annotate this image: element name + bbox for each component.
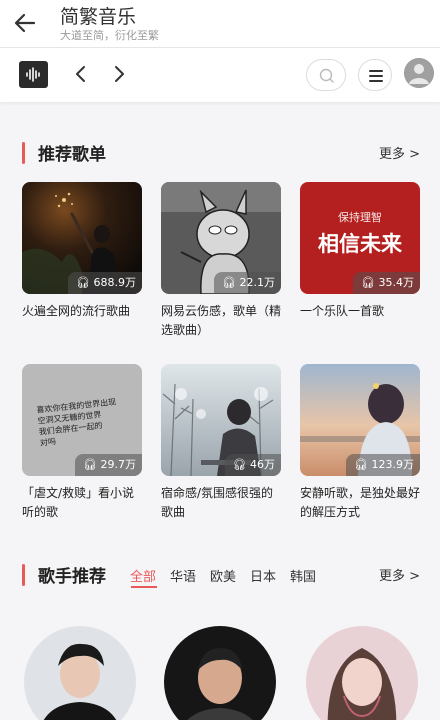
toolbar — [0, 48, 440, 102]
playlist-title[interactable]: 网易云伤感，歌单（精选歌曲） — [161, 302, 281, 340]
playlist-card[interactable]: 🎧︎ 22.1万 网易云伤感，歌单（精选歌曲） — [161, 182, 281, 340]
playlist-cover[interactable]: 喜欢你在我的世界出现 空洞又无糖的世界 我们会胖在一起的 对吗 🎧︎ 29.7万 — [22, 364, 142, 476]
play-count: 123.9万 — [371, 458, 415, 471]
cover-text-main: 相信未来 — [318, 231, 402, 256]
headphones-icon: 🎧︎ — [232, 458, 247, 471]
artists-more-link[interactable]: 更多 > — [379, 565, 420, 584]
back-arrow-icon[interactable] — [12, 10, 38, 36]
playlist-title[interactable]: 宿命感/氛围感很强的歌曲 — [161, 484, 281, 522]
app-header: 简繁音乐 大道至简，衍化至繁 — [0, 0, 440, 48]
playlist-cover[interactable]: 🎧︎ 123.9万 — [300, 364, 420, 476]
chevron-left-icon[interactable] — [70, 62, 92, 86]
tab-korean[interactable]: 韩国 — [290, 566, 316, 585]
tab-western[interactable]: 欧美 — [210, 566, 236, 585]
playlist-cover[interactable]: 保持理智 相信未来 🎧︎ 35.4万 — [300, 182, 420, 294]
playlists-header: 推荐歌单 更多 > — [0, 138, 440, 166]
menu-button[interactable] — [358, 59, 392, 91]
app-title: 简繁音乐 — [60, 6, 137, 28]
artists-title: 歌手推荐 — [38, 567, 106, 587]
menu-icon — [369, 70, 383, 82]
artist-avatar[interactable] — [24, 626, 136, 720]
play-count-badge: 🎧︎ 688.9万 — [68, 272, 142, 294]
artist-avatar[interactable] — [164, 626, 276, 720]
playlist-card[interactable]: 🎧︎ 46万 宿命感/氛围感很强的歌曲 — [161, 364, 281, 522]
play-count: 29.7万 — [100, 458, 137, 471]
play-count: 22.1万 — [239, 276, 276, 289]
cover-handwriting: 喜欢你在我的世界出现 空洞又无糖的世界 我们会胖在一起的 对吗 — [36, 395, 130, 448]
playlist-title[interactable]: 火遍全网的流行歌曲 — [22, 302, 142, 321]
section-accent-bar — [22, 142, 25, 164]
headphones-icon: 🎧︎ — [361, 276, 375, 289]
play-count-badge: 🎧︎ 46万 — [224, 454, 281, 476]
playlist-card[interactable]: 🎧︎ 688.9万 火遍全网的流行歌曲 — [22, 182, 142, 321]
play-count-badge: 🎧︎ 22.1万 — [214, 272, 281, 294]
chevron-right-icon[interactable] — [108, 62, 130, 86]
app-subtitle: 大道至简，衍化至繁 — [60, 29, 159, 42]
playlist-cover[interactable]: 🎧︎ 46万 — [161, 364, 281, 476]
tab-chinese[interactable]: 华语 — [170, 566, 196, 585]
tab-japanese[interactable]: 日本 — [250, 566, 276, 585]
search-button[interactable] — [306, 59, 346, 91]
playlist-card[interactable]: 🎧︎ 123.9万 安静听歌，是独处最好的解压方式 — [300, 364, 420, 522]
play-count-badge: 🎧︎ 123.9万 — [346, 454, 420, 476]
search-icon — [319, 68, 334, 83]
artist-avatar[interactable] — [306, 626, 418, 720]
playlist-card[interactable]: 保持理智 相信未来 🎧︎ 35.4万 一个乐队一首歌 — [300, 182, 420, 321]
cover-text-top: 保持理智 — [338, 211, 382, 224]
active-tab-underline — [131, 586, 157, 588]
headphones-icon: 🎧︎ — [76, 276, 90, 289]
play-count: 46万 — [250, 458, 275, 471]
user-icon — [404, 58, 434, 88]
playlist-title[interactable]: 一个乐队一首歌 — [300, 302, 420, 321]
playlist-card[interactable]: 喜欢你在我的世界出现 空洞又无糖的世界 我们会胖在一起的 对吗 🎧︎ 29.7万… — [22, 364, 142, 522]
play-count: 688.9万 — [93, 276, 137, 289]
play-count: 35.4万 — [378, 276, 415, 289]
play-count-badge: 🎧︎ 29.7万 — [75, 454, 142, 476]
playlist-cover[interactable]: 🎧︎ 22.1万 — [161, 182, 281, 294]
playlist-title[interactable]: 「虐文/救赎」看小说听的歌 — [22, 484, 142, 522]
tab-all[interactable]: 全部 — [130, 566, 156, 585]
waveform-icon[interactable] — [19, 61, 48, 88]
user-avatar[interactable] — [404, 58, 434, 88]
playlists-more-link[interactable]: 更多 > — [379, 143, 420, 162]
play-count-badge: 🎧︎ 35.4万 — [353, 272, 420, 294]
headphones-icon: 🎧︎ — [354, 458, 368, 471]
headphones-icon: 🎧︎ — [83, 458, 97, 471]
section-accent-bar — [22, 564, 25, 586]
playlist-cover[interactable]: 🎧︎ 688.9万 — [22, 182, 142, 294]
playlists-title: 推荐歌单 — [38, 145, 106, 165]
headphones-icon: 🎧︎ — [222, 276, 236, 289]
playlist-title[interactable]: 安静听歌，是独处最好的解压方式 — [300, 484, 420, 522]
